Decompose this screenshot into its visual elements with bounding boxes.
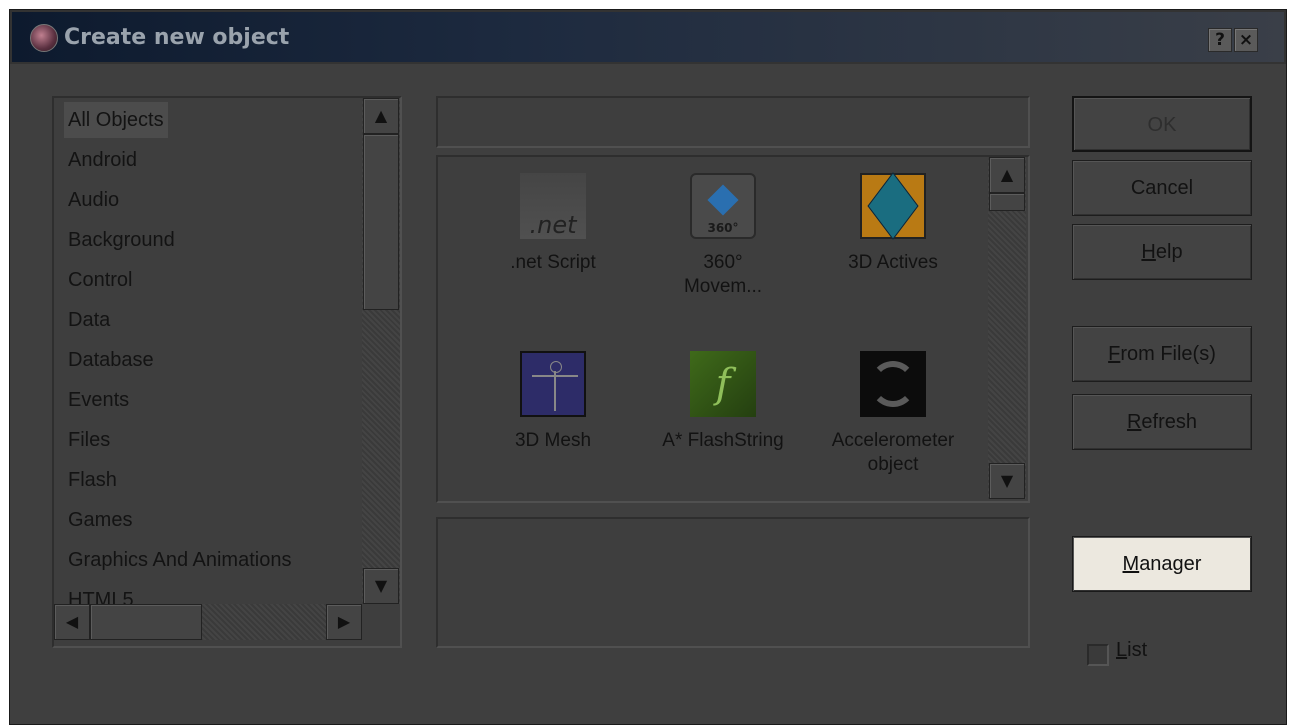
category-vertical-scrollbar[interactable]: ▲ ▼ [362, 98, 400, 604]
object-label: .net Script [510, 252, 596, 273]
object-item[interactable]: 360° 360° Movem... [638, 173, 808, 303]
list-label: ist [1127, 639, 1148, 661]
from-file-mnemonic: F [1108, 343, 1121, 365]
window-title: Create new object [64, 25, 290, 50]
flashstring-icon: f [690, 351, 756, 417]
help-button[interactable]: Help [1072, 224, 1252, 280]
category-item[interactable]: Flash [64, 462, 121, 498]
ok-button[interactable]: OK [1072, 96, 1252, 152]
category-item[interactable]: All Objects [64, 102, 168, 138]
object-label: Accelerometer object [831, 430, 955, 475]
from-file-label: rom File(s) [1120, 343, 1216, 365]
manager-mnemonic: M [1122, 553, 1140, 575]
3d-mesh-icon [520, 351, 586, 417]
category-item[interactable]: Data [64, 302, 114, 338]
list-mnemonic: L [1116, 639, 1128, 661]
scroll-right-button[interactable]: ▶ [326, 604, 362, 640]
category-item[interactable]: Events [64, 382, 133, 418]
category-item[interactable]: Graphics And Animations [64, 542, 295, 578]
category-item[interactable]: Control [64, 262, 136, 298]
category-item[interactable]: Games [64, 502, 136, 538]
category-list[interactable]: All Objects Android Audio Background Control… [52, 96, 402, 648]
search-box[interactable] [436, 96, 1030, 148]
category-item[interactable]: Background [64, 222, 179, 258]
manager-button[interactable]: Manager [1072, 536, 1252, 592]
refresh-mnemonic: R [1126, 411, 1142, 433]
object-item[interactable]: 3D Actives [808, 172, 978, 303]
scroll-up-button[interactable]: ▲ [989, 157, 1025, 193]
deg-icon-text: 360° [707, 221, 739, 235]
list-checkbox[interactable] [1087, 644, 1109, 666]
object-label: 360° Movem... [683, 252, 763, 297]
category-item[interactable]: Android [64, 142, 141, 178]
object-item[interactable]: Accelerometer object [808, 351, 978, 481]
category-item[interactable]: Database [64, 342, 158, 378]
manager-label: anager [1139, 553, 1202, 575]
cancel-button[interactable]: Cancel [1072, 160, 1252, 216]
help-title-button[interactable]: ? [1208, 28, 1232, 52]
object-grid[interactable]: .net .net Script 360° 360° Movem... 3D Activ… [436, 155, 1030, 503]
create-object-dialog: Create new object ? × All Objects Android… [9, 9, 1287, 725]
3d-actives-icon [860, 172, 926, 240]
description-panel [436, 517, 1030, 648]
movement-360-icon: 360° [690, 173, 756, 239]
accelerometer-icon [860, 351, 926, 417]
scroll-thumb[interactable] [363, 134, 399, 310]
refresh-button[interactable]: Refresh [1072, 394, 1252, 450]
object-label: 3D Mesh [514, 430, 592, 451]
object-label: 3D Actives [848, 252, 938, 273]
title-bar[interactable]: Create new object ? × [10, 10, 1286, 64]
object-vertical-scrollbar[interactable]: ▲ ▼ [988, 157, 1026, 499]
net-icon-text: .net [529, 211, 577, 239]
hscroll-thumb[interactable] [90, 604, 202, 640]
category-item[interactable]: Files [64, 422, 114, 458]
object-item[interactable]: .net .net Script [468, 173, 638, 303]
list-checkbox-label[interactable]: List [1116, 639, 1147, 662]
scroll-down-button[interactable]: ▼ [363, 568, 399, 604]
object-item[interactable]: f A* FlashString [638, 351, 808, 481]
object-item[interactable]: 3D Mesh [468, 351, 638, 481]
net-script-icon: .net [520, 173, 586, 239]
object-label: A* FlashString [662, 430, 784, 451]
help-mnemonic: H [1141, 241, 1156, 263]
scroll-down-button[interactable]: ▼ [989, 463, 1025, 499]
app-icon [30, 24, 58, 52]
category-item[interactable]: Audio [64, 182, 123, 218]
search-input[interactable] [442, 102, 1024, 142]
scroll-up-button[interactable]: ▲ [363, 98, 399, 134]
close-title-button[interactable]: × [1234, 28, 1258, 52]
refresh-label: efresh [1141, 411, 1198, 433]
scroll-left-button[interactable]: ◀ [54, 604, 90, 640]
scroll-thumb[interactable] [989, 193, 1025, 211]
help-label: elp [1155, 241, 1183, 263]
from-file-button[interactable]: From File(s) [1072, 326, 1252, 382]
